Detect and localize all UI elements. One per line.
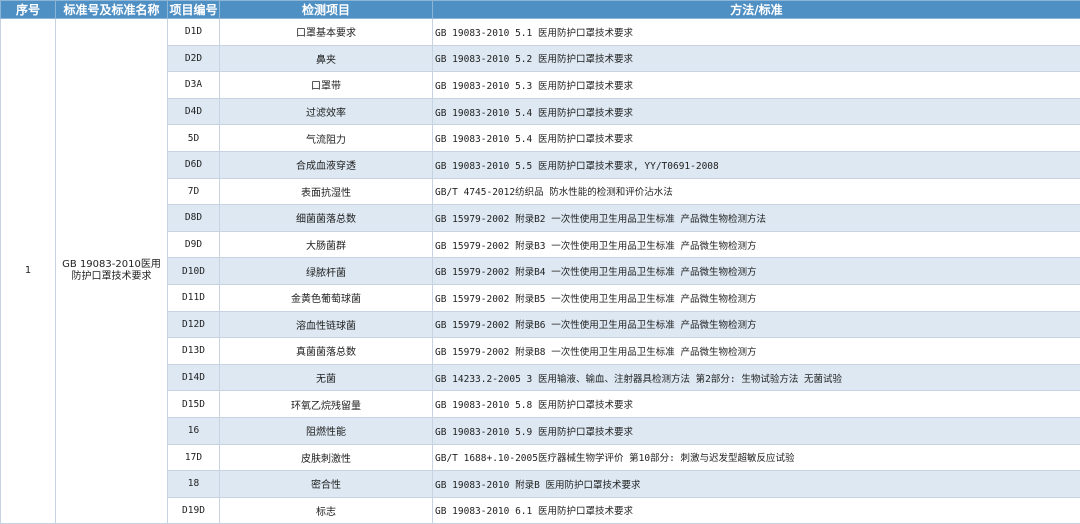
item-method: GB 19083-2010 5.4 医用防护口罩技术要求 [433, 125, 1080, 152]
item-method: GB 15979-2002 附录B5 一次性使用卫生用品卫生标准 产品微生物检测… [433, 284, 1080, 311]
item-method: GB 14233.2-2005 3 医用输液、输血、注射器具检测方法 第2部分:… [433, 364, 1080, 391]
item-code: 16 [168, 417, 220, 444]
item-name: 皮肤刺激性 [220, 444, 433, 471]
item-method: GB 19083-2010 5.9 医用防护口罩技术要求 [433, 417, 1080, 444]
header-code: 项目编号 [168, 1, 220, 19]
item-method: GB 15979-2002 附录B2 一次性使用卫生用品卫生标准 产品微生物检测… [433, 205, 1080, 232]
item-name: 鼻夹 [220, 45, 433, 72]
item-method: GB 19083-2010 5.4 医用防护口罩技术要求 [433, 98, 1080, 125]
item-method: GB/T 1688+.10-2005医疗器械生物学评价 第10部分: 刺激与迟发… [433, 444, 1080, 471]
table-header-row: 序号 标准号及标准名称 项目编号 检测项目 方法/标准 [1, 1, 1080, 19]
item-name: 大肠菌群 [220, 231, 433, 258]
item-method: GB 19083-2010 5.1 医用防护口罩技术要求 [433, 19, 1080, 46]
table-row: 1GB 19083-2010医用防护口罩技术要求D1D口罩基本要求GB 1908… [1, 19, 1080, 46]
item-code: D3A [168, 72, 220, 99]
item-code: 18 [168, 471, 220, 498]
item-code: D19D [168, 497, 220, 524]
item-code: 5D [168, 125, 220, 152]
item-name: 金黄色葡萄球菌 [220, 284, 433, 311]
group-seq: 1 [1, 19, 56, 524]
item-name: 真菌菌落总数 [220, 338, 433, 365]
item-method: GB 19083-2010 5.5 医用防护口罩技术要求, YY/T0691-2… [433, 151, 1080, 178]
item-code: D15D [168, 391, 220, 418]
item-method: GB 15979-2002 附录B6 一次性使用卫生用品卫生标准 产品微生物检测… [433, 311, 1080, 338]
test-standards-table: 序号 标准号及标准名称 项目编号 检测项目 方法/标准 1GB 19083-20… [0, 0, 1080, 524]
table-body: 1GB 19083-2010医用防护口罩技术要求D1D口罩基本要求GB 1908… [1, 19, 1080, 524]
item-name: 表面抗湿性 [220, 178, 433, 205]
item-name: 无菌 [220, 364, 433, 391]
header-method: 方法/标准 [433, 1, 1080, 19]
item-code: D2D [168, 45, 220, 72]
item-code: D6D [168, 151, 220, 178]
item-code: D11D [168, 284, 220, 311]
header-seq: 序号 [1, 1, 56, 19]
item-method: GB 19083-2010 5.3 医用防护口罩技术要求 [433, 72, 1080, 99]
item-name: 环氧乙烷残留量 [220, 391, 433, 418]
item-code: 17D [168, 444, 220, 471]
item-name: 绿脓杆菌 [220, 258, 433, 285]
item-code: D9D [168, 231, 220, 258]
item-name: 标志 [220, 497, 433, 524]
item-name: 阻燃性能 [220, 417, 433, 444]
item-code: 7D [168, 178, 220, 205]
item-name: 气流阻力 [220, 125, 433, 152]
item-method: GB 15979-2002 附录B3 一次性使用卫生用品卫生标准 产品微生物检测… [433, 231, 1080, 258]
item-code: D12D [168, 311, 220, 338]
item-name: 密合性 [220, 471, 433, 498]
header-standard: 标准号及标准名称 [56, 1, 168, 19]
item-method: GB 19083-2010 附录B 医用防护口罩技术要求 [433, 471, 1080, 498]
item-code: D4D [168, 98, 220, 125]
item-method: GB 15979-2002 附录B4 一次性使用卫生用品卫生标准 产品微生物检测… [433, 258, 1080, 285]
item-method: GB 15979-2002 附录B8 一次性使用卫生用品卫生标准 产品微生物检测… [433, 338, 1080, 365]
item-name: 口罩基本要求 [220, 19, 433, 46]
item-method: GB 19083-2010 6.1 医用防护口罩技术要求 [433, 497, 1080, 524]
item-code: D8D [168, 205, 220, 232]
item-code: D14D [168, 364, 220, 391]
item-code: D10D [168, 258, 220, 285]
item-method: GB/T 4745-2012纺织品 防水性能的检测和评价沾水法 [433, 178, 1080, 205]
group-standard-name: GB 19083-2010医用防护口罩技术要求 [56, 19, 168, 524]
item-name: 溶血性链球菌 [220, 311, 433, 338]
header-item: 检测项目 [220, 1, 433, 19]
item-method: GB 19083-2010 5.8 医用防护口罩技术要求 [433, 391, 1080, 418]
item-name: 过滤效率 [220, 98, 433, 125]
item-code: D13D [168, 338, 220, 365]
item-name: 细菌菌落总数 [220, 205, 433, 232]
item-code: D1D [168, 19, 220, 46]
item-name: 合成血液穿透 [220, 151, 433, 178]
item-method: GB 19083-2010 5.2 医用防护口罩技术要求 [433, 45, 1080, 72]
item-name: 口罩带 [220, 72, 433, 99]
